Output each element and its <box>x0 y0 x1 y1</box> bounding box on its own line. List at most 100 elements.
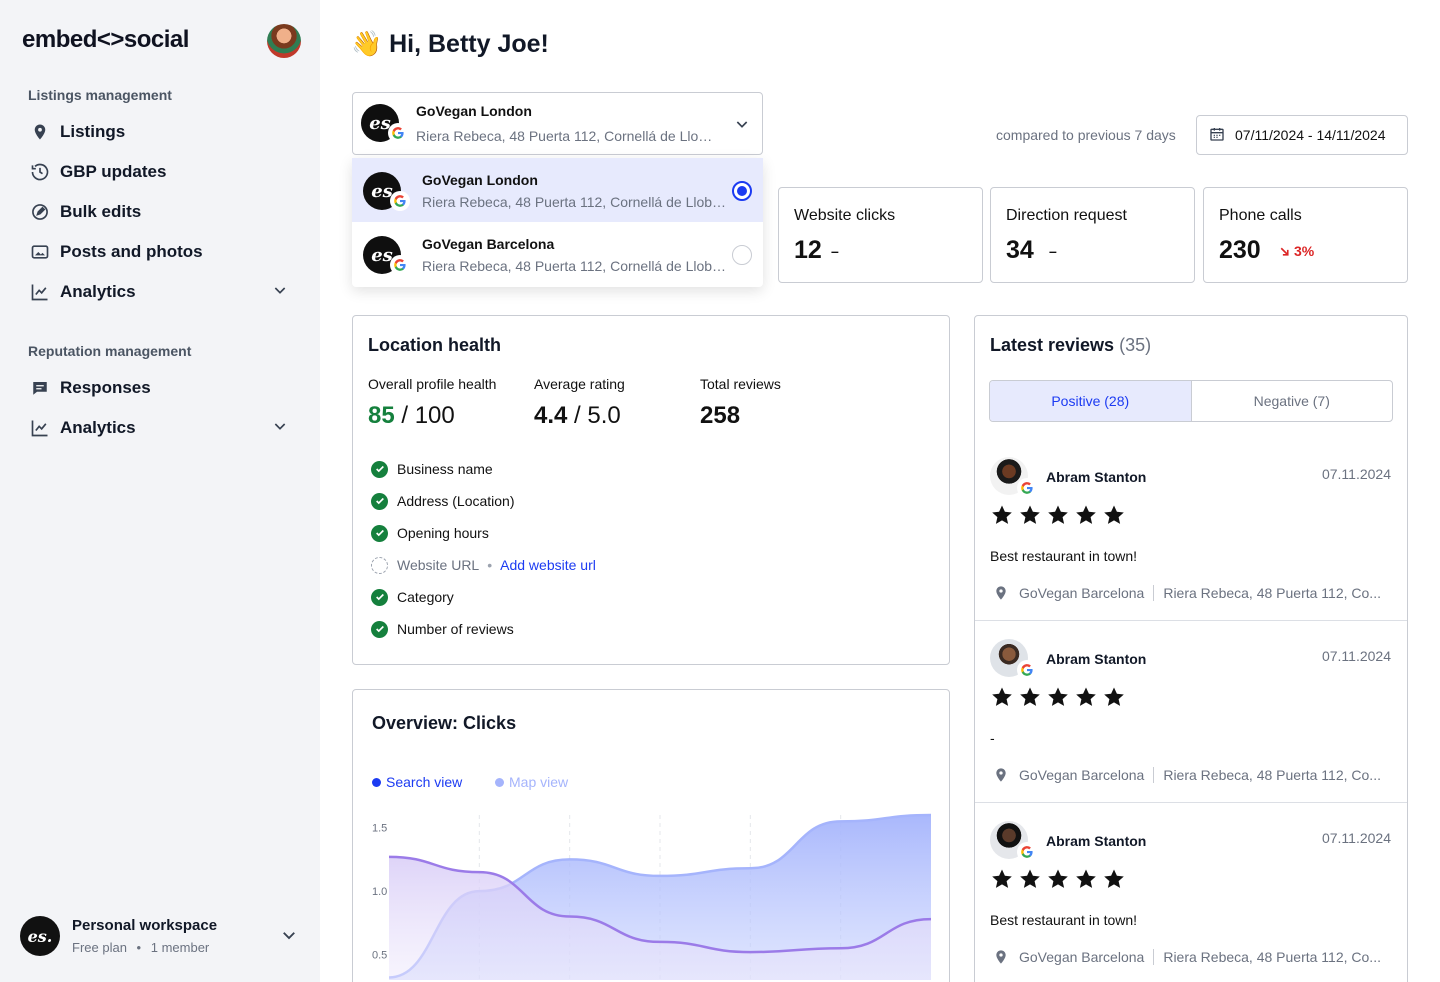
review-stars <box>990 685 1126 709</box>
sidebar-item-label: Responses <box>60 378 151 397</box>
tab-positive[interactable]: Positive (28) <box>990 381 1192 421</box>
workspace-logo: es. <box>20 916 60 956</box>
stat-change: – <box>831 243 839 259</box>
sidebar-item-listings[interactable]: Listings <box>28 116 292 148</box>
add-website-url-link[interactable]: Add website url <box>500 557 596 573</box>
chevron-down-icon[interactable] <box>272 282 288 303</box>
google-icon <box>1018 843 1036 861</box>
chevron-down-icon[interactable] <box>280 926 298 949</box>
arrow-down-right-icon <box>1280 247 1289 256</box>
location-radio[interactable] <box>732 245 752 265</box>
review-item[interactable]: Abram Stanton 07.11.2024 Best restaurant i… <box>975 803 1407 982</box>
legend-search-view[interactable]: Search view <box>372 774 462 790</box>
card-title: Overview: Clicks <box>372 713 517 733</box>
check-circle-icon <box>371 620 388 638</box>
user-avatar[interactable] <box>267 24 301 58</box>
sidebar: embed<>social Listings management Listin… <box>0 0 320 982</box>
star-icon <box>992 869 1012 888</box>
check-label: Opening hours <box>397 525 489 541</box>
star-icon <box>992 687 1012 706</box>
sidebar-item-label: Analytics <box>60 282 136 301</box>
stat-change: – <box>1049 243 1057 259</box>
review-location-address: Riera Rebeca, 48 Puerta 112, Co... <box>1163 767 1381 783</box>
location-option[interactable]: es GoVegan Barcelona Riera Rebeca, 48 Pu… <box>352 222 763 286</box>
date-range-picker[interactable]: 07/11/2024 - 14/11/2024 <box>1196 115 1408 155</box>
sidebar-item-posts-photos[interactable]: Posts and photos <box>28 236 292 268</box>
sidebar-item-bulk-edits[interactable]: Bulk edits <box>28 196 292 228</box>
star-icon <box>1076 687 1096 706</box>
google-icon <box>391 256 409 274</box>
legend-dot <box>372 777 381 787</box>
calendar-icon <box>1209 126 1225 145</box>
y-tick-label: 1.0 <box>372 886 387 898</box>
sidebar-item-gbp-updates[interactable]: GBP updates <box>28 156 292 188</box>
location-radio-selected[interactable] <box>732 181 752 201</box>
google-icon <box>391 192 409 210</box>
review-item[interactable]: Abram Stanton 07.11.2024 Best restaurant i… <box>975 439 1407 621</box>
y-tick-label: 0.5 <box>372 950 387 962</box>
wave-emoji: 👋 <box>351 30 383 58</box>
review-location: GoVegan Barcelona Riera Rebeca, 48 Puerta… <box>993 767 1381 783</box>
reviewer-name: Abram Stanton <box>1046 651 1147 667</box>
google-icon <box>1018 479 1036 497</box>
overall-health-label: Overall profile health <box>368 376 497 392</box>
check-label: Business name <box>397 461 493 477</box>
chevron-down-icon[interactable] <box>734 116 750 137</box>
tab-negative[interactable]: Negative (7) <box>1192 381 1393 421</box>
card-title: Latest reviews (35) <box>990 335 1151 356</box>
average-rating-max: / 5.0 <box>567 402 621 429</box>
star-icon <box>1020 505 1040 524</box>
check-item-opening-hours: Opening hours <box>371 523 489 543</box>
check-item-website-url: Website URL • Add website url <box>371 555 596 575</box>
stat-card-website-clicks: Website clicks 12 – <box>778 187 983 283</box>
stat-card-phone-calls: Phone calls 230 3% <box>1203 187 1408 283</box>
reviews-count: (35) <box>1119 335 1152 355</box>
star-icon <box>992 505 1012 524</box>
check-item-address: Address (Location) <box>371 491 515 511</box>
check-label: Website URL <box>397 557 480 573</box>
star-icon <box>1104 687 1124 706</box>
sidebar-item-analytics-reputation[interactable]: Analytics <box>28 412 292 444</box>
location-select[interactable]: es GoVegan London Riera Rebeca, 48 Puert… <box>352 92 763 155</box>
review-item[interactable]: Abram Stanton 07.11.2024 - GoVegan Barcelon… <box>975 621 1407 803</box>
check-circle-icon <box>371 460 388 478</box>
sidebar-item-label: Analytics <box>60 418 136 437</box>
y-tick-label: 1.5 <box>372 823 387 835</box>
check-label: Address (Location) <box>397 493 515 509</box>
sidebar-item-label: Bulk edits <box>60 202 142 221</box>
review-date: 07.11.2024 <box>1321 648 1391 664</box>
star-icon <box>1048 869 1068 888</box>
review-date: 07.11.2024 <box>1321 466 1391 482</box>
page-title: 👋 Hi, Betty Joe! <box>351 30 549 59</box>
average-rating-value: 4.4 / 5.0 <box>534 402 621 430</box>
chart-line-icon <box>28 416 52 440</box>
overview-clicks-card: Overview: Clicks Search view Map view 1.… <box>352 689 950 982</box>
embedsocial-logo[interactable]: embed<>social <box>22 26 189 54</box>
legend-dot <box>495 777 504 787</box>
sidebar-item-analytics-listings[interactable]: Analytics <box>28 276 292 308</box>
sidebar-item-responses[interactable]: Responses <box>28 372 292 404</box>
workspace-members: 1 member <box>150 940 210 955</box>
location-option[interactable]: es GoVegan London Riera Rebeca, 48 Puert… <box>352 158 763 222</box>
legend-map-view[interactable]: Map view <box>495 774 568 790</box>
separator <box>1153 767 1155 783</box>
stat-value: 12 <box>794 236 822 264</box>
stat-card-direction-request: Direction request 34 – <box>990 187 1195 283</box>
review-location-address: Riera Rebeca, 48 Puerta 112, Co... <box>1163 585 1381 601</box>
overall-health-score: 85 <box>368 402 395 429</box>
stat-value: 34 <box>1006 236 1034 264</box>
section-reputation-management: Reputation management <box>28 343 192 359</box>
star-icon <box>1048 505 1068 524</box>
sidebar-item-label: Listings <box>60 122 126 141</box>
reviewer-name: Abram Stanton <box>1046 469 1147 485</box>
location-option-title: GoVegan London <box>422 172 538 188</box>
location-health-card: Location health Overall profile health 8… <box>352 315 950 665</box>
stat-change: 3% <box>1278 243 1314 259</box>
stat-change-value: 3% <box>1294 243 1315 259</box>
chevron-down-icon[interactable] <box>272 418 288 439</box>
workspace-switcher[interactable]: es. Personal workspace Free plan • 1 mem… <box>20 914 300 958</box>
compare-text: compared to previous 7 days <box>996 127 1176 143</box>
check-label: Category <box>397 589 454 605</box>
location-dropdown: es GoVegan London Riera Rebeca, 48 Puert… <box>352 158 763 287</box>
star-icon <box>1104 869 1124 888</box>
